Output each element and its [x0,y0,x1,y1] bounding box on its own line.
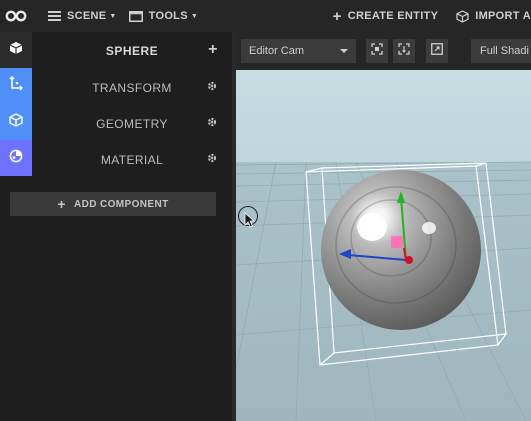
entity-header: SPHERE + [32,32,232,70]
transform-tab[interactable] [0,68,32,104]
chevron-down-icon: ▼ [190,12,199,20]
create-entity-label: CREATE ENTITY [347,10,439,22]
cursor-icon [238,206,258,228]
frame-all-button[interactable] [393,39,415,63]
create-entity-button[interactable]: + CREATE ENTITY [327,0,445,32]
add-icon[interactable]: + [208,42,218,58]
gear-icon[interactable] [207,81,217,91]
app-logo-icon[interactable] [0,0,32,32]
tools-menu-label: TOOLS [148,10,188,22]
component-icon-strip [0,32,32,421]
scene-menu[interactable]: SCENE ▼ [42,0,123,32]
cube-outline-icon [9,112,23,132]
scene-menu-label: SCENE [67,10,107,22]
maximize-button[interactable] [426,39,448,63]
gizmo-z-handle[interactable] [405,256,413,264]
gizmo-plane-handle[interactable] [391,236,403,248]
axes-icon [9,75,23,97]
import-label: IMPORT A [475,10,531,22]
component-label: MATERIAL [100,153,164,167]
hamburger-icon [48,11,61,21]
material-tab[interactable] [0,140,32,176]
focus-icon [371,42,383,60]
viewport-toolbar: Editor Cam Full Shadi [236,32,531,70]
camera-select[interactable]: Editor Cam [241,39,356,63]
import-button[interactable]: IMPORT A [450,0,531,32]
inspector-panel: SPHERE + TRANSFORM GEOMETRY MATERIAL + A… [10,32,232,421]
expand-icon [431,42,443,60]
top-menu-bar: SCENE ▼ TOOLS ▼ + CREATE ENTITY IMPORT A [0,0,531,32]
tools-menu[interactable]: TOOLS ▼ [123,0,204,32]
material-sphere-icon [9,149,23,168]
camera-select-value: Editor Cam [249,45,305,57]
component-label: GEOMETRY [96,117,168,131]
shading-select[interactable]: Full Shadi [471,39,531,63]
add-component-label: ADD COMPONENT [73,198,169,210]
entity-name[interactable]: SPHERE [106,44,158,58]
cube-icon [9,41,23,60]
entity-tab[interactable] [0,32,32,68]
add-component-button[interactable]: + ADD COMPONENT [10,192,216,216]
geometry-tab[interactable] [0,104,32,140]
component-label: TRANSFORM [92,81,172,95]
frame-icon [398,42,410,60]
scene-render [236,70,531,421]
gear-icon[interactable] [207,117,217,127]
component-row-material[interactable]: MATERIAL [32,142,232,178]
component-row-transform[interactable]: TRANSFORM [32,70,232,106]
focus-selection-button[interactable] [366,39,388,63]
plus-icon: + [57,196,66,212]
gear-icon[interactable] [207,153,217,163]
3d-viewport[interactable] [236,70,531,421]
chevron-down-icon [340,49,348,53]
window-icon [128,10,143,22]
plus-icon: + [332,7,342,25]
shading-select-value: Full Shadi [480,45,529,57]
chevron-down-icon: ▼ [109,12,117,20]
component-row-geometry[interactable]: GEOMETRY [32,106,232,142]
cube-icon [456,9,469,23]
